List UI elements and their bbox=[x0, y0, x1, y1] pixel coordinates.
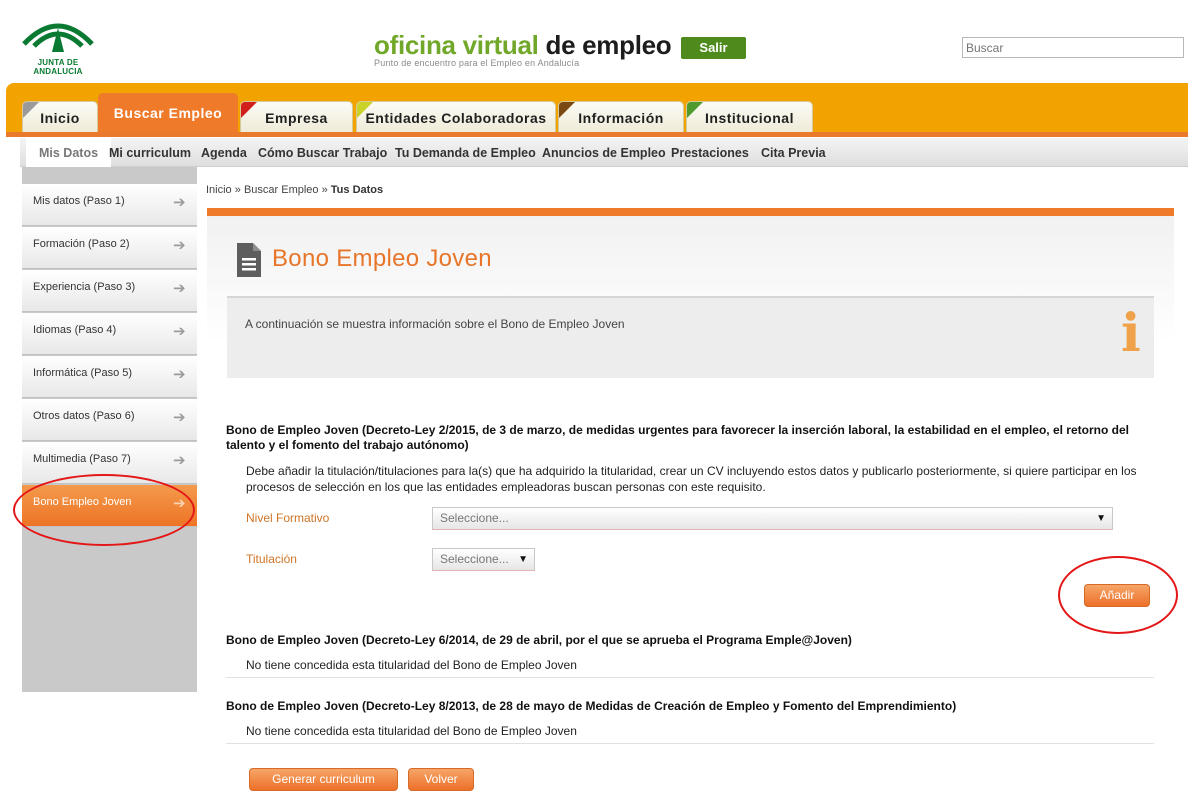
arrow-right-icon: ➔ bbox=[173, 280, 186, 297]
divider bbox=[226, 743, 1154, 744]
sub-navigation: Mis Datos Mi curriculum Agenda Cómo Busc… bbox=[20, 138, 1188, 167]
arrow-right-icon: ➔ bbox=[173, 237, 186, 254]
sidebar-item-label: Bono Empleo Joven bbox=[33, 496, 132, 508]
section-title-2013: Bono de Empleo Joven (Decreto-Ley 8/2013… bbox=[226, 699, 957, 713]
sidebar-item-experiencia[interactable]: Experiencia (Paso 3) ➔ bbox=[22, 270, 197, 312]
select-value: Seleccione... bbox=[440, 511, 509, 525]
tab-label: Buscar Empleo bbox=[113, 105, 223, 121]
tab-label: Entidades Colaboradoras bbox=[365, 110, 547, 126]
caret-down-icon: ▼ bbox=[1096, 513, 1106, 524]
breadcrumb-separator: » bbox=[321, 184, 328, 196]
titulacion-label: Titulación bbox=[246, 552, 297, 566]
subnav-tu-demanda[interactable]: Tu Demanda de Empleo bbox=[395, 138, 536, 167]
sidebar-item-bono-empleo-joven[interactable]: Bono Empleo Joven ➔ bbox=[22, 485, 197, 527]
arrow-right-icon: ➔ bbox=[173, 194, 186, 211]
arrow-right-icon: ➔ bbox=[173, 409, 186, 426]
section-title-2014: Bono de Empleo Joven (Decreto-Ley 6/2014… bbox=[226, 633, 852, 647]
document-icon bbox=[237, 243, 261, 277]
titulacion-select[interactable]: Seleccione... ▼ bbox=[432, 548, 535, 571]
subnav-prestaciones[interactable]: Prestaciones bbox=[671, 138, 749, 167]
sidebar-item-multimedia[interactable]: Multimedia (Paso 7) ➔ bbox=[22, 442, 197, 484]
breadcrumb-section[interactable]: Buscar Empleo bbox=[244, 184, 319, 196]
nivel-formativo-label: Nivel Formativo bbox=[246, 511, 330, 525]
tab-corner-icon bbox=[23, 102, 39, 118]
arrow-right-icon: ➔ bbox=[173, 323, 186, 340]
sidebar: Mis datos (Paso 1) ➔ Formación (Paso 2) … bbox=[22, 167, 197, 692]
subnav-como-buscar-trabajo[interactable]: Cómo Buscar Trabajo bbox=[258, 138, 387, 167]
header: JUNTA DE ANDALUCIA oficina virtual de em… bbox=[0, 0, 1188, 84]
subnav-mis-datos[interactable]: Mis Datos bbox=[26, 138, 112, 167]
tab-inicio[interactable]: Inicio bbox=[22, 101, 98, 132]
sidebar-item-label: Idiomas (Paso 4) bbox=[33, 324, 117, 336]
search-input[interactable] bbox=[962, 37, 1184, 58]
nivel-formativo-select[interactable]: Seleccione... ▼ bbox=[432, 507, 1113, 530]
status-text-2014: No tiene concedida esta titularidad del … bbox=[246, 658, 577, 672]
brand-title-green: oficina virtual bbox=[374, 30, 539, 60]
tab-corner-icon bbox=[559, 102, 575, 118]
subnav-anuncios[interactable]: Anuncios de Empleo bbox=[542, 138, 666, 167]
brand-title-dark: de empleo bbox=[545, 30, 672, 60]
status-text-2013: No tiene concedida esta titularidad del … bbox=[246, 724, 577, 738]
breadcrumb-current: Tus Datos bbox=[330, 184, 384, 196]
tab-empresa[interactable]: Empresa bbox=[240, 101, 353, 132]
tab-informacion[interactable]: Información bbox=[558, 101, 684, 132]
sidebar-item-label: Multimedia (Paso 7) bbox=[33, 453, 131, 465]
info-box: A continuación se muestra información so… bbox=[227, 296, 1154, 378]
logo-text: JUNTA DE ANDALUCIA bbox=[33, 58, 83, 76]
section-title-2015: Bono de Empleo Joven (Decreto-Ley 2/2015… bbox=[226, 423, 1129, 452]
tab-label: Inicio bbox=[40, 110, 80, 126]
breadcrumb: Inicio » Buscar Empleo » Tus Datos bbox=[206, 184, 383, 196]
tab-corner-icon bbox=[357, 102, 373, 118]
sidebar-item-label: Mis datos (Paso 1) bbox=[33, 195, 125, 207]
logo-arch-icon bbox=[22, 23, 94, 52]
salir-button[interactable]: Salir bbox=[681, 37, 746, 59]
subnav-mi-curriculum[interactable]: Mi curriculum bbox=[109, 138, 191, 167]
junta-andalucia-logo[interactable]: JUNTA DE ANDALUCIA bbox=[18, 14, 98, 76]
sidebar-item-informatica[interactable]: Informática (Paso 5) ➔ bbox=[22, 356, 197, 398]
subnav-agenda[interactable]: Agenda bbox=[201, 138, 247, 167]
tab-label: Institucional bbox=[705, 110, 794, 126]
sidebar-item-formacion[interactable]: Formación (Paso 2) ➔ bbox=[22, 227, 197, 269]
arrow-right-icon: ➔ bbox=[173, 452, 186, 469]
breadcrumb-separator: » bbox=[234, 184, 241, 196]
info-icon: i bbox=[1121, 303, 1141, 364]
site-brand[interactable]: oficina virtual de empleo Punto de encue… bbox=[374, 30, 672, 68]
tab-label: Información bbox=[578, 110, 664, 126]
info-text: A continuación se muestra información so… bbox=[245, 317, 625, 331]
breadcrumb-home[interactable]: Inicio bbox=[206, 184, 232, 196]
generate-curriculum-button[interactable]: Generar curriculum bbox=[249, 768, 398, 791]
tab-label: Empresa bbox=[265, 110, 328, 126]
tab-corner-icon bbox=[687, 102, 703, 118]
arrow-right-icon: ➔ bbox=[173, 366, 186, 383]
sidebar-item-label: Experiencia (Paso 3) bbox=[33, 281, 136, 293]
content-top-bar bbox=[207, 208, 1174, 216]
arrow-right-icon: ➔ bbox=[173, 495, 186, 512]
page-title: Bono Empleo Joven bbox=[272, 245, 492, 272]
caret-down-icon: ▼ bbox=[518, 554, 528, 565]
select-value: Seleccione... bbox=[440, 552, 509, 566]
add-button[interactable]: Añadir bbox=[1084, 584, 1150, 607]
sidebar-item-mis-datos[interactable]: Mis datos (Paso 1) ➔ bbox=[22, 184, 197, 226]
back-button[interactable]: Volver bbox=[408, 768, 474, 791]
sidebar-item-label: Informática (Paso 5) bbox=[33, 367, 133, 379]
tab-buscar-empleo[interactable]: Buscar Empleo bbox=[98, 93, 238, 132]
sidebar-item-label: Formación (Paso 2) bbox=[33, 238, 130, 250]
sidebar-item-otros-datos[interactable]: Otros datos (Paso 6) ➔ bbox=[22, 399, 197, 441]
tab-institucional[interactable]: Institucional bbox=[686, 101, 813, 132]
tab-corner-icon bbox=[241, 102, 257, 118]
subnav-cita-previa[interactable]: Cita Previa bbox=[761, 138, 826, 167]
sidebar-item-label: Otros datos (Paso 6) bbox=[33, 410, 135, 422]
section-description: Debe añadir la titulación/titulaciones p… bbox=[246, 464, 1137, 494]
sidebar-item-idiomas[interactable]: Idiomas (Paso 4) ➔ bbox=[22, 313, 197, 355]
tab-entidades-colaboradoras[interactable]: Entidades Colaboradoras bbox=[356, 101, 556, 132]
divider bbox=[226, 677, 1154, 678]
